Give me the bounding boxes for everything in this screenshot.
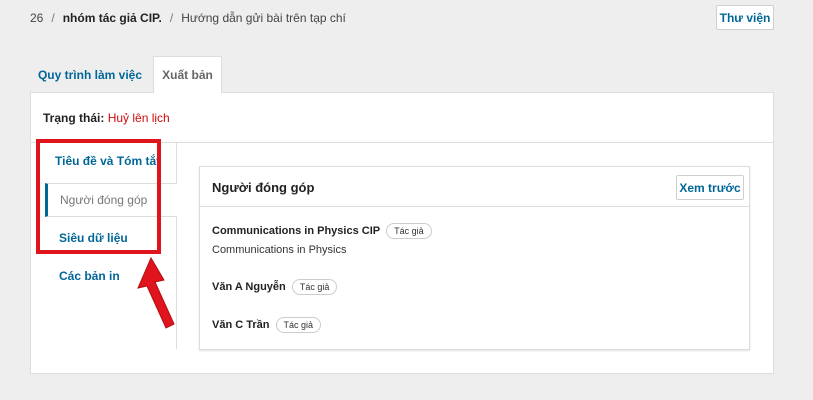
status-label: Trạng thái: — [43, 111, 105, 125]
role-badge: Tác giả — [386, 223, 432, 239]
preview-button[interactable]: Xem trước — [676, 175, 744, 200]
tab-publication[interactable]: Xuất bản — [153, 56, 222, 93]
library-button[interactable]: Thư viện — [716, 5, 774, 30]
breadcrumb-separator: / — [51, 11, 55, 25]
contributor-name: Văn C Trần — [212, 318, 270, 331]
annotation-arrow-icon — [137, 256, 175, 329]
contributor-item[interactable]: Communications in Physics CIP Tác giả — [212, 223, 432, 239]
side-nav-item-metadata[interactable]: Siêu dữ liệu — [59, 224, 183, 252]
contributor-item[interactable]: Văn A Nguyễn Tác giả — [212, 279, 338, 295]
contributor-item[interactable]: Văn C Trần Tác giả — [212, 317, 322, 333]
contributor-name: Communications in Physics CIP — [212, 224, 381, 237]
contributors-card-header: Người đóng góp Xem trước — [200, 167, 749, 207]
role-badge: Tác giả — [291, 279, 338, 295]
tab-workflow[interactable]: Quy trình làm việc — [30, 56, 150, 93]
side-nav-item-title-abstract[interactable]: Tiêu đề và Tóm tắt — [55, 147, 179, 175]
contributor-name: Văn A Nguyễn — [212, 280, 286, 293]
contributors-card: Người đóng góp Xem trước Communications … — [199, 166, 750, 350]
publication-status: Trạng thái: Huỷ lên lịch — [43, 111, 170, 125]
breadcrumb-separator: / — [169, 11, 174, 25]
status-value: Huỷ lên lịch — [107, 111, 170, 125]
side-nav-item-contributors[interactable]: Người đóng góp — [45, 183, 177, 217]
contributor-affiliation: Communications in Physics — [212, 244, 347, 256]
top-bar: 26 / nhóm tác giả CIP. / Hướng dẫn gửi bài t… — [0, 0, 813, 36]
role-badge: Tác giả — [275, 317, 322, 333]
breadcrumb: 26 / nhóm tác giả CIP. / Hướng dẫn gửi bài t… — [30, 11, 346, 25]
submission-author: nhóm tác giả CIP. — [62, 11, 162, 25]
contributors-title: Người đóng góp — [212, 180, 315, 195]
submission-id: 26 — [30, 11, 44, 25]
submission-title: Hướng dẫn gửi bài trên tạp chí — [181, 11, 346, 25]
